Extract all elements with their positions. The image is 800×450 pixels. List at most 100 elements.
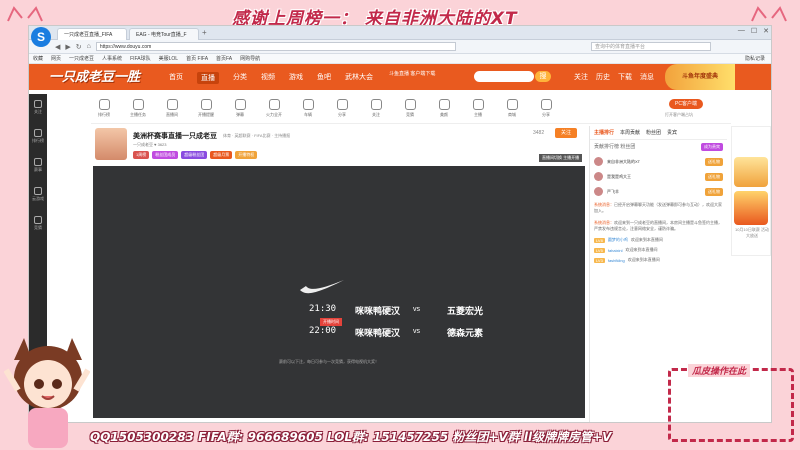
toolbar-label: 车辆: [304, 112, 312, 117]
toolbar-item[interactable]: 主播: [465, 99, 491, 118]
tab-fans[interactable]: 粉丝团: [646, 129, 661, 136]
follow-nav-item[interactable]: 关注: [574, 72, 588, 82]
site-search-button[interactable]: 搜: [535, 71, 551, 82]
gift-button[interactable]: 送礼物: [705, 157, 723, 166]
rail-item-guess[interactable]: 竞猜: [34, 216, 42, 231]
forward-icon[interactable]: ▶: [65, 43, 70, 51]
tab-weekly[interactable]: 本周贡献: [620, 129, 640, 136]
header-promo-banner[interactable]: 斗鱼年度盛典: [665, 64, 735, 90]
chat-username[interactable]: fashfkilng: [608, 258, 625, 263]
toolbar-item[interactable]: 直播间: [159, 99, 185, 118]
nav-item-active[interactable]: 直播: [197, 72, 219, 84]
refresh-icon[interactable]: ↻: [76, 43, 82, 51]
bookmark-item[interactable]: 美服LOL: [159, 55, 178, 62]
badge[interactable]: 粉丝团成员: [152, 151, 179, 159]
system-tag: 系统消息：: [594, 202, 614, 207]
chat-username[interactable]: 圆梦的小鸡: [608, 237, 628, 243]
toolbar-label: 主播: [474, 112, 482, 117]
right-ad-panel[interactable]: 10月10日联赛 活动大放送: [731, 126, 771, 256]
nav-item[interactable]: 武林大会: [345, 72, 373, 84]
toolbar-item[interactable]: 弹幕: [227, 99, 253, 118]
toolbar-item[interactable]: 开播提醒: [193, 99, 219, 118]
nav-item[interactable]: 游戏: [289, 72, 303, 84]
toolbar-item[interactable]: 分享: [329, 99, 355, 118]
badge[interactable]: 超级月票: [210, 151, 233, 159]
toolbar-item[interactable]: 商城: [499, 99, 525, 118]
browser-tab[interactable]: 一只成老豆直播_FIFA: [57, 28, 127, 40]
rank-row[interactable]: 是我是鸡大王 送礼物: [590, 169, 727, 184]
nav-item[interactable]: 鱼吧: [317, 72, 331, 84]
browser-tab[interactable]: EAG - 电竞Tour直播_F: [129, 28, 199, 40]
live-tag: 开播时间: [320, 318, 342, 326]
gamepad-icon: [34, 187, 42, 195]
video-player[interactable]: 21:30 咪咪鸭硬汉 vs 五菱宏光 开播时间 22:00 咪咪鸭硬汉 vs …: [93, 166, 585, 418]
anime-mascot-illustration: [4, 338, 90, 448]
rail-item-follow[interactable]: 关注: [34, 100, 42, 115]
rank-row[interactable]: 来自非洲大陆的XT 送礼物: [590, 154, 727, 169]
home-icon[interactable]: ⌂: [87, 43, 91, 50]
url-input[interactable]: https://www.douyu.com: [95, 42, 456, 51]
badge[interactable]: 1周榜: [133, 151, 150, 159]
toolbar-label: 开播提醒: [198, 112, 214, 117]
back-icon[interactable]: ◀: [55, 43, 60, 51]
bookmark-item[interactable]: 收藏: [33, 55, 43, 62]
bookmark-item[interactable]: 一只成老豆: [69, 55, 94, 62]
toolbar-item[interactable]: 美颜: [431, 99, 457, 118]
tab-vip[interactable]: 贵宾: [667, 129, 677, 136]
team-b: 五菱宏光: [447, 306, 484, 316]
stream-switch-label[interactable]: 直播间切换 主播开播: [539, 154, 583, 162]
bookmark-item[interactable]: 网购导航: [240, 55, 260, 62]
toolbar-item[interactable]: 主播任务: [125, 99, 151, 118]
chat-text: 欢迎来到本直播间: [630, 237, 663, 242]
nav-item[interactable]: 视频: [261, 72, 275, 84]
toolbar-item[interactable]: 火力全开: [261, 99, 287, 118]
bookmark-item[interactable]: FIFA球队: [130, 55, 151, 62]
bookmark-item[interactable]: 首页FA: [216, 55, 232, 62]
tab-streamer-rank[interactable]: 主播排行: [594, 129, 614, 136]
bookmark-item[interactable]: 网页: [51, 55, 61, 62]
rail-item-cloud-game[interactable]: 云游戏: [32, 187, 44, 202]
gift-button[interactable]: 送礼物: [705, 187, 723, 196]
nav-item[interactable]: 首页: [169, 72, 183, 84]
chat-username[interactable]: fahaixinl: [608, 248, 623, 253]
toolbar-item[interactable]: 车辆: [295, 99, 321, 118]
message-nav-item[interactable]: 消息: [640, 72, 654, 82]
site-search-input[interactable]: [474, 71, 534, 82]
toolbar-item[interactable]: 竞猜: [397, 99, 423, 118]
rank-row[interactable]: 严飞羊 送礼物: [590, 184, 727, 199]
history-nav-item[interactable]: 历史: [596, 72, 610, 82]
follow-button[interactable]: 关注: [555, 128, 577, 138]
toolbar-item[interactable]: 排行榜: [91, 99, 117, 118]
heart-icon: [34, 100, 42, 108]
system-text: 已经开启弹幕聊天功能（发送弹幕即可参与互动），欢迎大家加入。: [594, 202, 722, 213]
rail-label: 竞猜: [34, 225, 42, 230]
badge[interactable]: 超级粉丝团: [181, 151, 208, 159]
minimize-icon[interactable]: —: [738, 27, 745, 35]
bookmark-item[interactable]: 隐私记录: [745, 55, 765, 62]
avatar[interactable]: [95, 128, 127, 160]
pc-client-subtext: 打开客户端占坑: [665, 112, 693, 117]
bookmark-item[interactable]: 人事系统: [102, 55, 122, 62]
become-vip-button[interactable]: 成为贵宾: [701, 143, 723, 151]
bookmark-item[interactable]: 首页 FIFA: [186, 55, 208, 62]
new-tab-button[interactable]: +: [202, 28, 207, 37]
gift-button[interactable]: 送礼物: [705, 172, 723, 181]
stream-overlay-frame: 感谢上周榜一： 来自非洲大陆的XT S 一只成老豆直播_FIFA EAG - 电…: [0, 0, 800, 450]
toolbar-item[interactable]: 分享: [533, 99, 559, 118]
rail-item-rank[interactable]: 排行榜: [32, 129, 44, 144]
close-icon[interactable]: ✕: [763, 27, 769, 35]
download-nav-item[interactable]: 下载: [618, 72, 632, 82]
browser-logo-icon[interactable]: S: [31, 27, 51, 47]
toolbar-label: 关注: [372, 112, 380, 117]
toolbar-item[interactable]: 关注: [363, 99, 389, 118]
toolbar-icon: [336, 99, 348, 110]
pc-client-button[interactable]: PC客户端: [669, 99, 703, 109]
maximize-icon[interactable]: ☐: [751, 27, 757, 35]
client-download-link[interactable]: 斗鱼直播 客户端下载: [389, 71, 435, 77]
badge[interactable]: 开播特权: [235, 151, 258, 159]
site-logo[interactable]: 一只成老豆一胜: [49, 66, 140, 85]
nav-item[interactable]: 分类: [233, 72, 247, 84]
rail-item-events[interactable]: 赛事: [34, 158, 42, 173]
browser-search-input[interactable]: 查询中的体育直播平台: [591, 42, 711, 51]
chat-text: 欢迎来到本直播间: [625, 247, 658, 252]
